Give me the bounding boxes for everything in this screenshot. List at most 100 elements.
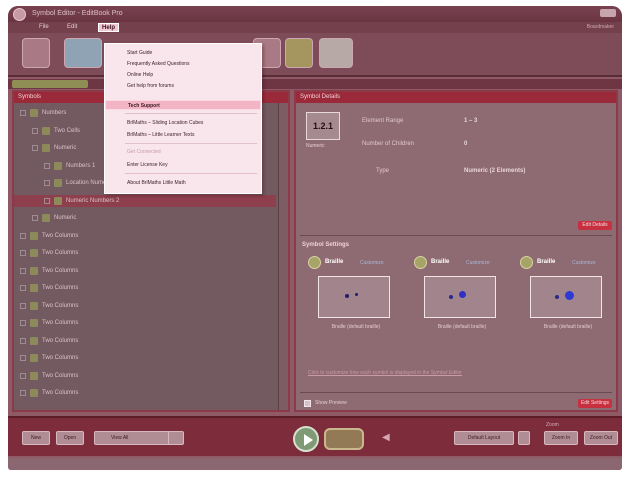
customize-link[interactable]: Customize <box>572 260 596 266</box>
expand-toggle-icon[interactable] <box>32 145 38 151</box>
swatch-preview[interactable] <box>530 276 602 318</box>
folder-icon <box>30 231 38 240</box>
braille-settings-icon[interactable] <box>520 256 533 269</box>
tree-row[interactable]: Two Columns <box>14 265 276 277</box>
help-menu-item-faq[interactable]: Frequently Asked Questions <box>105 59 261 69</box>
help-menu-item-online-help[interactable]: Online Help <box>105 70 261 80</box>
expand-toggle-icon[interactable] <box>20 302 26 309</box>
back-arrow-icon[interactable]: ◀ <box>382 432 390 443</box>
swatch-preview[interactable] <box>424 276 496 318</box>
folder-icon <box>30 389 38 397</box>
symbol-preview: 1.2.1 <box>306 112 340 140</box>
bottom-bar: New Open View All ◀ Default Layout Zoom … <box>8 416 622 456</box>
menu-bar: File Edit Help Boardmaker <box>8 22 622 33</box>
expand-toggle-icon[interactable] <box>20 337 26 344</box>
tree-row-label: Two Columns <box>42 337 79 344</box>
prop-value-type: Numeric (2 Elements) <box>464 168 526 174</box>
expand-toggle-icon[interactable] <box>20 390 26 396</box>
title-bar: Symbol Editor - EditBook Pro <box>8 6 622 22</box>
expand-toggle-icon[interactable] <box>32 215 38 221</box>
tree-row[interactable]: Two Columns <box>14 370 276 382</box>
menu-help[interactable]: Help <box>98 23 120 32</box>
customize-link[interactable]: Customize <box>466 260 490 266</box>
tree-row[interactable]: Two Columns <box>14 300 276 312</box>
symbol-caption: Numeric <box>306 143 325 149</box>
help-menu-item-sliding-cubes[interactable]: BrlMaths – Sliding Location Cubes <box>105 118 261 128</box>
help-menu-item-learner-texts[interactable]: BrlMaths – Little Learner Texts <box>105 130 261 140</box>
layout-select[interactable]: Default Layout <box>454 431 514 445</box>
swatch-preview[interactable] <box>318 276 390 318</box>
help-menu-item-start-guide[interactable]: Start Guide <box>105 48 261 58</box>
close-window-button[interactable] <box>600 9 616 17</box>
new-button[interactable]: New <box>22 431 50 445</box>
show-preview-checkbox[interactable] <box>304 400 311 407</box>
menu-separator <box>125 113 257 114</box>
app-logo-icon <box>13 8 26 21</box>
edit-settings-button[interactable]: Edit Settings <box>578 399 612 408</box>
expand-toggle-icon[interactable] <box>20 250 26 256</box>
customize-info-link[interactable]: Click to customize how each symbol is di… <box>308 370 462 376</box>
help-menu-item-license-key[interactable]: Enter License Key <box>105 160 261 170</box>
prop-label-range: Element Range <box>362 118 404 124</box>
highlight-button[interactable] <box>285 38 313 68</box>
tree-row[interactable]: Two Columns <box>14 352 276 364</box>
menu-file[interactable]: File <box>36 23 52 32</box>
menu-right-text: Boardmaker <box>586 24 614 30</box>
folder-icon <box>30 249 38 257</box>
show-preview-label: Show Preview <box>315 400 347 406</box>
new-symbol-button[interactable] <box>22 38 50 68</box>
view-dropdown-button[interactable] <box>168 431 184 445</box>
play-button[interactable] <box>293 426 319 452</box>
tree-row[interactable]: Two Columns <box>14 335 276 347</box>
print-button[interactable] <box>324 428 364 450</box>
folder-icon <box>30 109 38 117</box>
braille-settings-icon[interactable] <box>414 256 427 269</box>
zoom-out-button[interactable]: Zoom Out <box>584 431 618 445</box>
tree-row-label: Two Columns <box>42 390 79 396</box>
edit-details-button[interactable]: Edit Details <box>578 221 612 230</box>
expand-toggle-icon[interactable] <box>20 355 26 361</box>
layout-dropdown-button[interactable] <box>518 431 530 445</box>
expand-toggle-icon[interactable] <box>20 267 26 274</box>
tree-scrollbar[interactable] <box>278 103 288 410</box>
expand-toggle-icon[interactable] <box>44 197 50 204</box>
open-book-button[interactable] <box>64 38 102 68</box>
tree-row-label: Two Columns <box>42 250 79 256</box>
view-select[interactable]: View All <box>94 431 172 445</box>
tree-row[interactable]: Numeric Numbers 2 <box>14 194 276 207</box>
expand-toggle-icon[interactable] <box>20 110 26 116</box>
swatch-caption: Braille (default braille) <box>331 324 381 330</box>
tree-row[interactable]: Two Columns <box>14 282 276 294</box>
menu-edit[interactable]: Edit <box>64 23 80 32</box>
category-strip <box>8 79 622 89</box>
zoom-in-button[interactable]: Zoom In <box>544 431 578 445</box>
help-menu-item-tech-support[interactable]: Tech Support <box>105 100 261 110</box>
tree-row[interactable]: Two Columns <box>14 247 276 259</box>
prop-label-children: Number of Children <box>362 141 415 147</box>
expand-toggle-icon[interactable] <box>20 232 26 239</box>
braille-settings-icon[interactable] <box>308 256 321 269</box>
folder-icon <box>42 126 50 135</box>
app-title: Symbol Editor - EditBook Pro <box>32 10 123 17</box>
customize-link[interactable]: Customize <box>360 260 384 266</box>
folder-icon <box>30 336 38 345</box>
category-tab[interactable] <box>12 80 88 88</box>
expand-toggle-icon[interactable] <box>20 372 26 379</box>
help-menu-item-about[interactable]: About BrlMaths Little Math <box>105 178 261 188</box>
expand-toggle-icon[interactable] <box>20 320 26 326</box>
tree-row[interactable]: Two Columns <box>14 230 276 242</box>
prop-label-type: Type <box>376 168 390 174</box>
folder-icon <box>30 354 38 362</box>
expand-toggle-icon[interactable] <box>20 285 26 291</box>
expand-toggle-icon[interactable] <box>32 127 38 134</box>
preview-button[interactable] <box>319 38 353 68</box>
tree-row[interactable]: Numeric <box>14 212 276 224</box>
tree-row[interactable]: Two Columns <box>14 387 276 399</box>
help-menu-item-forums[interactable]: Get help from forums <box>105 81 261 91</box>
tree-row-label: Numbers <box>42 110 67 116</box>
tree-row[interactable]: Two Columns <box>14 317 276 329</box>
expand-toggle-icon[interactable] <box>44 180 50 186</box>
open-button[interactable]: Open <box>56 431 84 445</box>
expand-toggle-icon[interactable] <box>44 162 50 169</box>
tree-row-label: Two Columns <box>42 302 79 309</box>
